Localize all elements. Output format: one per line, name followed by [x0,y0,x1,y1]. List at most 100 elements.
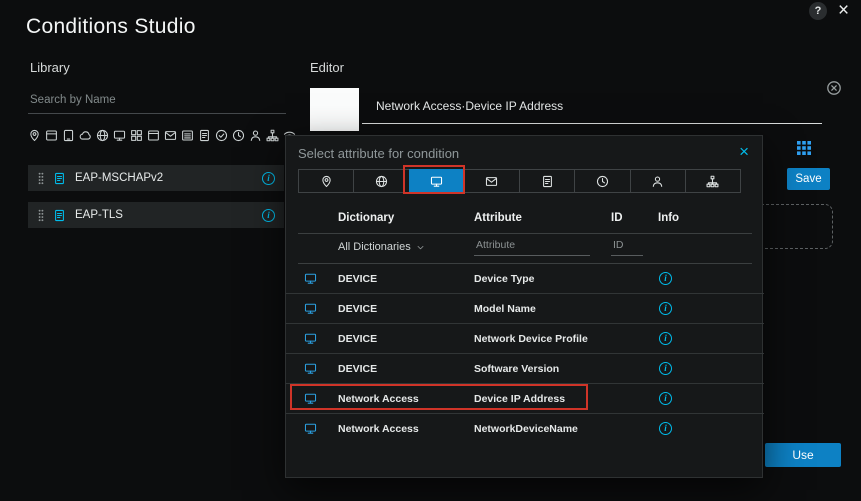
clock-icon[interactable] [232,129,245,142]
attribute-row[interactable]: DEVICE Model Name i [286,294,764,324]
close-icon[interactable]: × [838,0,849,22]
location-icon [320,175,333,188]
attribute-row[interactable]: DEVICE Network Device Profile i [286,324,764,354]
monitor-icon [430,175,443,188]
tab-globe[interactable] [353,169,410,193]
column-header-attribute: Attribute [474,212,522,224]
dictionary-filter-label: All Dictionaries [338,241,411,253]
dictionary-cell: DEVICE [338,273,378,285]
column-header-id: ID [611,212,623,224]
user-icon [651,175,664,188]
drag-handle-icon[interactable] [37,171,45,186]
tab-location[interactable] [298,169,355,193]
library-list: EAP-MSCHAPv2 i EAP-TLS i [28,165,284,239]
remove-condition-icon[interactable] [826,80,842,96]
column-header-dictionary: Dictionary [338,212,395,224]
drag-handle-icon[interactable] [37,208,45,223]
library-section-title: Library [30,60,70,75]
info-icon[interactable]: i [659,362,672,375]
info-icon[interactable]: i [262,208,275,222]
select-attribute-popup: Select attribute for condition × Diction… [285,135,764,478]
info-icon[interactable]: i [659,272,672,285]
window-icon[interactable] [147,129,160,142]
condition-attribute-value: Network Access·Device IP Address [376,98,564,113]
sitemap-icon[interactable] [266,129,279,142]
editor-section-title: Editor [310,60,344,75]
tab-sitemap[interactable] [684,169,741,193]
info-icon[interactable]: i [659,422,672,435]
badge-icon[interactable] [215,129,228,142]
library-filter-toolbar [28,129,296,142]
search-input[interactable] [28,90,286,114]
tab-mail[interactable] [463,169,520,193]
dictionary-cell: Network Access [338,423,419,435]
save-button[interactable]: Save [787,168,830,190]
sitemap-icon [706,175,719,188]
dictionary-cell: Network Access [338,393,419,405]
condition-file-icon [53,172,66,185]
attribute-cell: Model Name [474,303,536,315]
page-title: Conditions Studio [26,15,196,38]
apps-grid-icon[interactable] [796,140,812,156]
cloud-icon[interactable] [79,129,92,142]
tab-clock[interactable] [574,169,631,193]
card-icon[interactable] [45,129,58,142]
grid-icon[interactable] [130,129,143,142]
info-icon[interactable]: i [659,392,672,405]
document-icon [541,175,554,188]
stack-icon[interactable] [181,129,194,142]
attribute-cell: Device Type [474,273,535,285]
monitor-icon [304,422,317,435]
chevron-down-icon [416,243,425,252]
condition-file-icon [53,209,66,222]
clock-icon [596,175,609,188]
mail-icon[interactable] [164,129,177,142]
tab-document[interactable] [519,169,576,193]
popup-title: Select attribute for condition [298,146,460,161]
mail-icon [485,175,498,188]
tab-monitor[interactable] [408,169,465,193]
library-item-label: EAP-MSCHAPv2 [75,172,164,184]
monitor-icon [304,392,317,405]
dictionary-cell: DEVICE [338,333,378,345]
popup-close-icon[interactable]: × [739,142,749,162]
column-header-info: Info [658,212,680,224]
user-icon[interactable] [249,129,262,142]
attribute-row[interactable]: Network Access NetworkDeviceName i [286,414,764,444]
attribute-cell: Device IP Address [474,393,566,405]
dictionary-cell: DEVICE [338,363,378,375]
condition-attribute-field[interactable]: Network Access·Device IP Address [362,88,822,124]
library-item[interactable]: EAP-TLS i [28,202,284,228]
library-item-label: EAP-TLS [75,209,123,221]
conditions-studio-dialog: Conditions Studio ? × Library EAP-MSCHAP… [0,0,861,501]
monitor-icon [304,302,317,315]
attribute-cell: NetworkDeviceName [474,423,578,435]
dictionary-filter-dropdown[interactable]: All Dictionaries [338,241,425,253]
attribute-row[interactable]: DEVICE Software Version i [286,354,764,384]
attribute-filter-input[interactable] [474,237,590,256]
attribute-table-body: DEVICE Device Type i DEVICE Model Name i… [286,264,764,444]
help-button[interactable]: ? [809,2,827,20]
globe-icon[interactable] [96,129,109,142]
globe-icon [375,175,388,188]
info-icon[interactable]: i [659,302,672,315]
attribute-row[interactable]: DEVICE Device Type i [286,264,764,294]
condition-type-box[interactable] [310,88,359,131]
monitor-icon [304,362,317,375]
dictionary-cell: DEVICE [338,303,378,315]
monitor-icon[interactable] [113,129,126,142]
tablet-icon[interactable] [62,129,75,142]
attribute-row[interactable]: Network Access Device IP Address i [286,384,764,414]
attribute-category-tabs [298,169,741,193]
info-icon[interactable]: i [262,171,275,185]
info-icon[interactable]: i [659,332,672,345]
tab-user[interactable] [629,169,686,193]
monitor-icon [304,332,317,345]
use-button[interactable]: Use [765,443,841,467]
attribute-cell: Software Version [474,363,560,375]
location-icon[interactable] [28,129,41,142]
document-icon[interactable] [198,129,211,142]
divider [298,233,752,234]
library-item[interactable]: EAP-MSCHAPv2 i [28,165,284,191]
id-filter-input[interactable] [611,237,643,256]
